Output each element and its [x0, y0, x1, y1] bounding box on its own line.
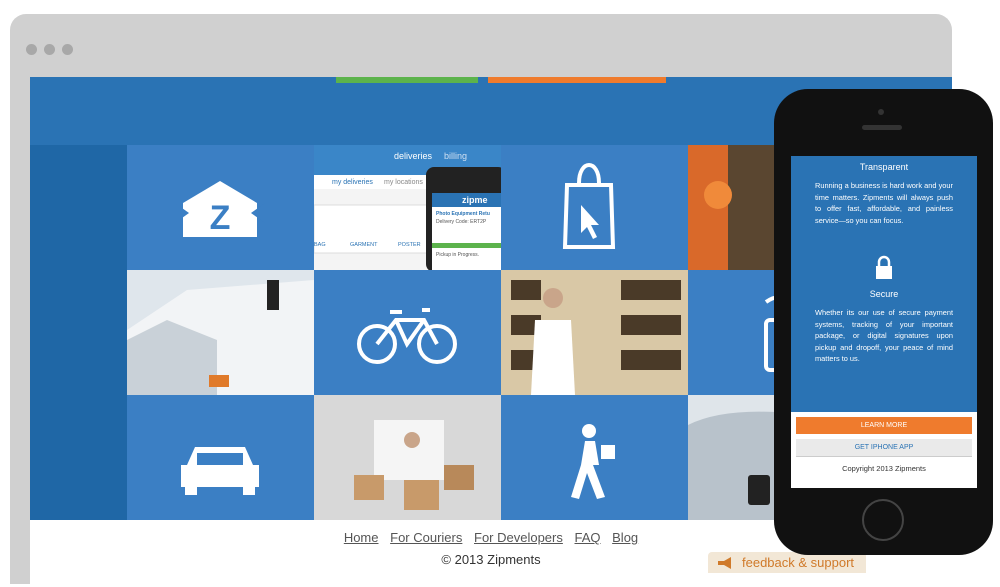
app-item-bag: BAG: [314, 242, 326, 248]
phone-screen: Transparent Running a business is hard w…: [791, 156, 977, 488]
app-tab-deliveries: deliveries: [394, 151, 433, 161]
get-iphone-app-button[interactable]: GET IPHONE APP: [796, 439, 972, 457]
svg-text:Z: Z: [210, 199, 231, 237]
learn-more-button[interactable]: LEARN MORE: [796, 417, 972, 434]
window-dot-icon: [44, 44, 55, 55]
app-screenshot-tile: deliveries billing my deliveries my loca…: [314, 145, 501, 270]
zipments-logo-tile: Z: [127, 145, 314, 270]
van-boxes-photo-tile: [314, 395, 501, 520]
van-boxes-photo: [314, 395, 501, 520]
truck-photo: [127, 280, 314, 395]
phone-brand-label: zipme: [462, 195, 488, 205]
app-subtab-my-locations: my locations: [384, 179, 423, 186]
speaker-grille: [862, 125, 902, 130]
secure-title: Secure: [869, 289, 899, 299]
secure-text: Whether its our use of secure payment sy…: [815, 308, 953, 363]
pickup-status-label: Pickup in Progress.: [436, 252, 480, 258]
zipments-logo-icon: Z: [175, 181, 265, 237]
footer-link-developers[interactable]: For Developers: [474, 530, 563, 545]
app-item-poster: POSTER: [398, 242, 421, 248]
wine-shop-photo-tile: [501, 270, 688, 395]
courier-walking-tile: [501, 395, 688, 520]
walking-courier-icon: [571, 424, 615, 499]
bicycle-icon: [357, 308, 457, 364]
app-item-garment: GARMENT: [350, 242, 378, 248]
footer-link-faq[interactable]: FAQ: [575, 530, 601, 545]
camera-sensor: [878, 109, 884, 115]
orange-cta-button[interactable]: [488, 77, 666, 83]
footer-link-home[interactable]: Home: [344, 530, 379, 545]
footer-link-blog[interactable]: Blog: [612, 530, 638, 545]
car-icon: [181, 447, 259, 495]
shopping-bag-tile: [501, 145, 688, 270]
car-tile: [127, 395, 314, 520]
window-dot-icon: [26, 44, 37, 55]
phone-copyright: Copyright 2013 Zipments: [842, 464, 926, 473]
bicycle-tile: [314, 270, 501, 395]
footer-link-couriers[interactable]: For Couriers: [390, 530, 462, 545]
home-button[interactable]: [862, 499, 904, 541]
phone-cta-area: LEARN MORE GET IPHONE APP Copyright 2013…: [791, 412, 977, 488]
feedback-label: feedback & support: [742, 555, 855, 570]
phone-item-label: Photo Equipment Retu: [436, 211, 490, 217]
green-cta-button[interactable]: [336, 77, 478, 83]
left-strip: [30, 145, 127, 520]
lock-icon: [876, 255, 892, 279]
delivery-code-label: Delivery Code: ERT2P: [436, 219, 487, 225]
app-subtab-my-deliveries: my deliveries: [332, 179, 373, 186]
megaphone-icon: [718, 557, 731, 569]
window-dot-icon: [62, 44, 73, 55]
truck-photo-tile: [127, 270, 314, 395]
feedback-support-button[interactable]: feedback & support: [708, 552, 866, 573]
shopping-bag-icon: [562, 163, 616, 249]
transparent-text: Running a business is hard work and your…: [815, 181, 953, 225]
app-tab-billing: billing: [444, 151, 468, 161]
transparent-title: Transparent: [859, 162, 909, 172]
wine-shop-photo: [501, 270, 688, 395]
